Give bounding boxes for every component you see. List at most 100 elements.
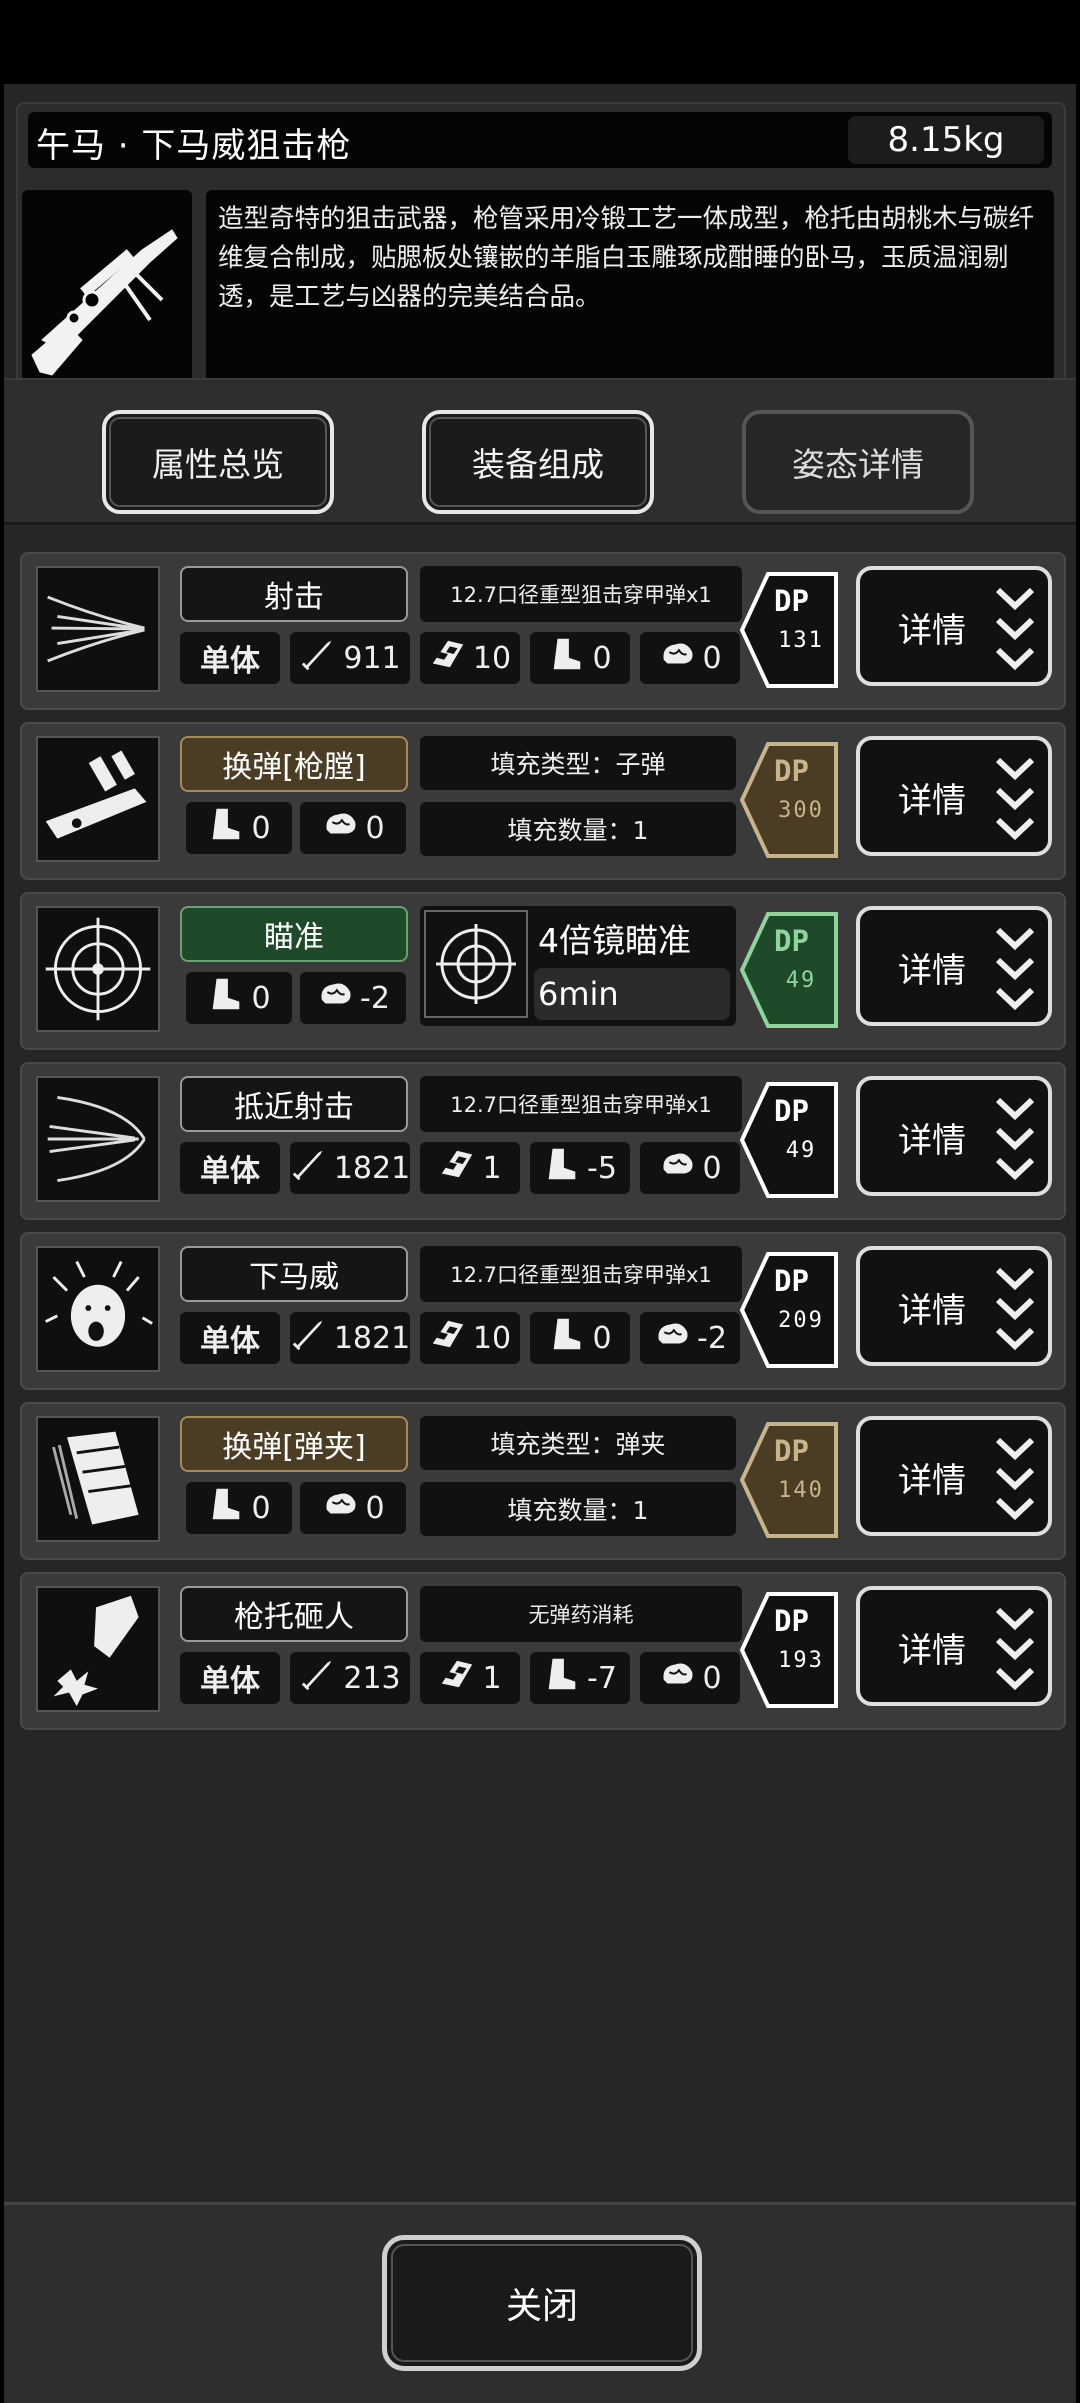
tab-bar: 属性总览 装备组成 姿态详情 [4,378,1076,525]
target-chip: 单体 [180,1312,280,1364]
boot-icon [543,1655,581,1701]
brain-icon [653,1315,691,1361]
move-value: 0 [592,1320,612,1356]
dp-label: DP [774,754,809,788]
dp-label: DP [774,1094,809,1128]
brain-icon [658,635,696,681]
sniper-rifle-icon [22,190,192,382]
detail-button[interactable]: 详情 [856,1246,1052,1366]
mind-value: -2 [697,1320,727,1356]
title-bar: 午马 · 下马威狙击枪 8.15kg [28,112,1052,168]
shouting-face-icon [36,1246,160,1372]
fill-count: 填充数量：1 [420,1482,736,1536]
dp-label: DP [774,924,809,958]
sword-icon [290,1145,328,1191]
tab-equipment[interactable]: 装备组成 [422,410,654,514]
detail-label: 详情 [898,951,966,991]
shoot-icon [36,566,160,692]
accuracy-chip: 10 [420,1312,520,1364]
brain-icon [316,975,354,1021]
move-value: -7 [587,1660,617,1696]
move-chip: 0 [530,632,630,684]
dp-badge: DP 49 [739,910,840,1030]
dp-badge: DP 193 [739,1590,840,1710]
tab-stance[interactable]: 姿态详情 [742,410,974,514]
weapon-description: 造型奇特的狙击武器，枪管采用冷锻工艺一体成型，枪托由胡桃木与碳纤维复合制成，贴腮… [206,190,1054,382]
detail-button[interactable]: 详情 [856,1416,1052,1536]
fill-type: 填充类型：弹夹 [420,1416,736,1470]
ammo-label: 12.7口径重型狙击穿甲弹x1 [420,566,742,622]
action-row-reload-magazine: 换弹[弹夹] 填充类型：弹夹 填充数量：1 0 0 DP 140 详情 [20,1402,1066,1560]
action-row-shoot: 射击 12.7口径重型狙击穿甲弹x1 单体 911 10 0 0 DP 131 … [20,552,1066,710]
dp-value: 193 [778,1648,824,1673]
mind-chip: 0 [300,1482,406,1534]
action-row-close-shot: 抵近射击 12.7口径重型狙击穿甲弹x1 单体 1821 1 -5 0 DP 4… [20,1062,1066,1220]
chevron-down-icon [995,1097,1035,1181]
scope-icon [424,910,528,1018]
close-button[interactable]: 关闭 [382,2235,702,2371]
action-name: 下马威 [180,1246,408,1302]
mind-value: -2 [360,980,390,1016]
move-value: 0 [251,810,271,846]
detail-label: 详情 [898,781,966,821]
action-name: 换弹[弹夹] [180,1416,408,1472]
move-chip: -5 [530,1142,630,1194]
target-chip: 单体 [180,632,280,684]
detail-label: 详情 [898,1291,966,1331]
accuracy-chip: 1 [420,1652,520,1704]
detail-button[interactable]: 详情 [856,906,1052,1026]
crosshair-icon [36,906,160,1032]
checker-flag-icon [438,1145,476,1191]
brain-icon [658,1655,696,1701]
action-name: 瞄准 [180,906,408,962]
move-value: 0 [251,980,271,1016]
weapon-weight: 8.15kg [848,116,1044,164]
brain-icon [658,1145,696,1191]
checker-flag-icon [429,1315,467,1361]
accuracy-value: 1 [482,1660,502,1696]
ammo-label: 无弹药消耗 [420,1586,742,1642]
target-chip: 单体 [180,1142,280,1194]
mind-value: 0 [702,640,722,676]
damage-chip: 213 [290,1652,410,1704]
chevron-down-icon [995,1267,1035,1351]
detail-button[interactable]: 详情 [856,1586,1052,1706]
dp-label: DP [774,1264,809,1298]
dp-badge: DP 131 [739,570,840,690]
action-name: 射击 [180,566,408,622]
accuracy-chip: 10 [420,632,520,684]
mind-chip: 0 [640,632,740,684]
detail-button[interactable]: 详情 [856,736,1052,856]
ammo-label: 12.7口径重型狙击穿甲弹x1 [420,1076,742,1132]
mind-value: 0 [702,1660,722,1696]
action-name: 枪托砸人 [180,1586,408,1642]
mind-chip: -2 [300,972,406,1024]
scope-title: 4倍镜瞄准 [538,921,691,960]
move-chip: 0 [530,1312,630,1364]
sword-icon [299,1655,337,1701]
scope-time: 6min [534,968,730,1020]
detail-button[interactable]: 详情 [856,566,1052,686]
tab-attributes[interactable]: 属性总览 [102,410,334,514]
detail-label: 详情 [898,1461,966,1501]
mind-value: 0 [365,1490,385,1526]
chevron-down-icon [995,587,1035,671]
chevron-down-icon [995,1607,1035,1691]
move-chip: 0 [186,1482,292,1534]
detail-button[interactable]: 详情 [856,1076,1052,1196]
action-row-reload-chamber: 换弹[枪膛] 填充类型：子弹 填充数量：1 0 0 DP 300 详情 [20,722,1066,880]
scope-panel: 4倍镜瞄准 6min [420,906,736,1026]
mind-value: 0 [702,1150,722,1186]
weapon-title: 午马 · 下马威狙击枪 [36,126,352,166]
chevron-down-icon [995,757,1035,841]
dp-value: 49 [785,968,817,993]
reload-chamber-icon [36,736,160,862]
move-chip: 0 [186,972,292,1024]
action-name: 换弹[枪膛] [180,736,408,792]
fill-type: 填充类型：子弹 [420,736,736,790]
chevron-down-icon [995,1437,1035,1521]
accuracy-chip: 1 [420,1142,520,1194]
dp-value: 300 [778,798,824,823]
accuracy-value: 1 [482,1150,502,1186]
boot-icon [207,975,245,1021]
